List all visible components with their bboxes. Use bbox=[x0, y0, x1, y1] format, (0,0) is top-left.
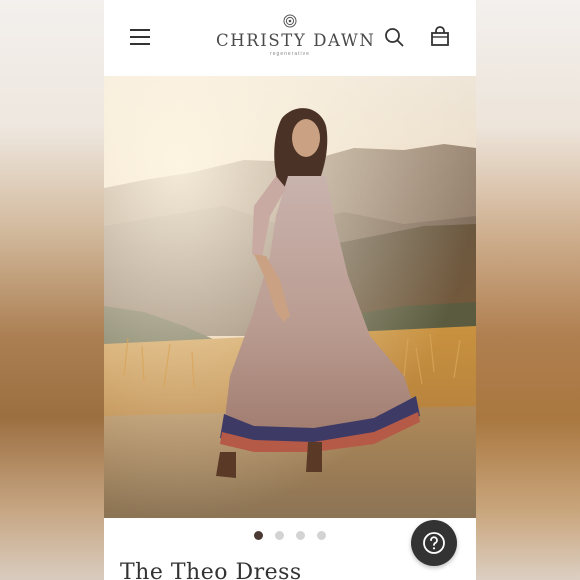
carousel-dot-1[interactable] bbox=[254, 531, 263, 541]
help-button[interactable] bbox=[411, 520, 457, 566]
hamburger-menu-icon[interactable] bbox=[130, 28, 150, 46]
carousel-dot-3[interactable] bbox=[296, 531, 305, 541]
mobile-page: CHRISTY DAWN regenerative The Theo Dress bbox=[104, 0, 476, 580]
carousel-dot-2[interactable] bbox=[275, 531, 284, 541]
product-hero-image[interactable] bbox=[104, 76, 476, 518]
shopping-bag-icon[interactable] bbox=[429, 25, 451, 47]
product-title: The Theo Dress bbox=[120, 560, 302, 580]
hero-photo bbox=[104, 76, 476, 518]
search-icon[interactable] bbox=[384, 27, 404, 47]
backdrop-right bbox=[476, 0, 580, 580]
question-mark-icon bbox=[423, 532, 445, 554]
spiral-logo-icon bbox=[283, 14, 297, 28]
carousel-dot-4[interactable] bbox=[317, 531, 326, 541]
brand-tagline: regenerative bbox=[270, 51, 310, 57]
site-header: CHRISTY DAWN regenerative bbox=[104, 0, 476, 76]
brand-logo[interactable]: CHRISTY DAWN regenerative bbox=[216, 14, 376, 62]
brand-name: CHRISTY DAWN bbox=[216, 31, 376, 50]
backdrop-left bbox=[0, 0, 104, 580]
